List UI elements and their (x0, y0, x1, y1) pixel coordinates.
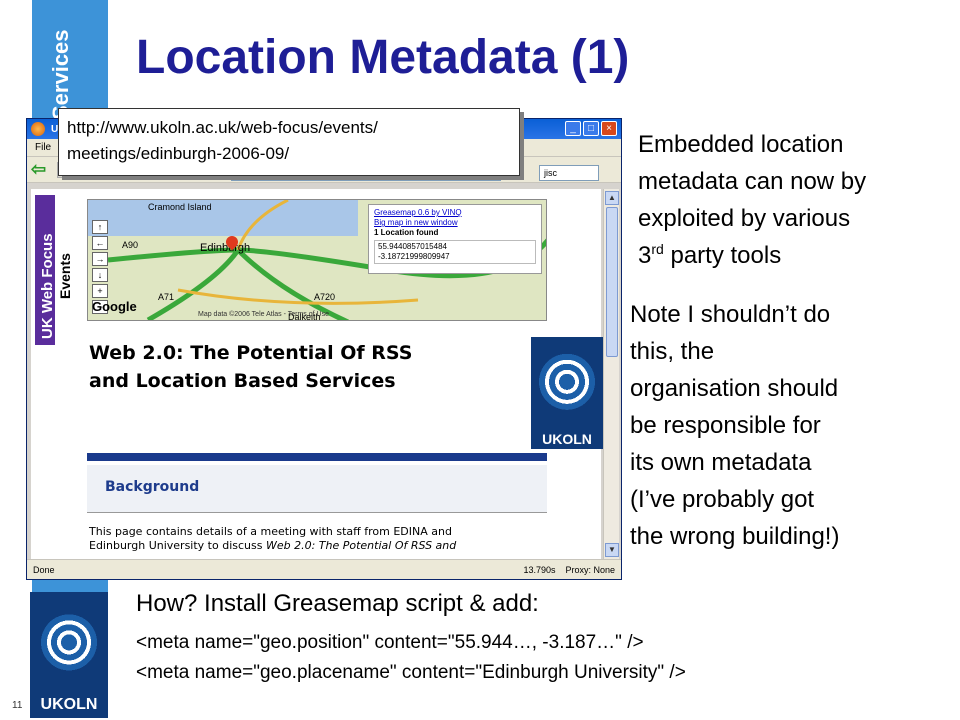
page-paragraph: This page contains details of a meeting … (89, 525, 549, 553)
map-label: A90 (122, 240, 139, 250)
map-label: A71 (158, 292, 175, 302)
latitude-value: 55.9440857015484 (378, 242, 447, 251)
big-map-link[interactable]: Big map in new window (374, 218, 458, 227)
pan-down-icon[interactable]: ↓ (92, 268, 108, 282)
note-line: the wrong building!) (630, 523, 840, 550)
meta-code-line: <meta name="geo.position" content="55.94… (136, 632, 644, 653)
status-text: Done (33, 564, 55, 575)
text-line: 3rd party tools (638, 237, 948, 274)
paragraph-line: Edinburgh University to discuss Web 2.0:… (89, 539, 549, 553)
browser-window: UK _ □ × File ⇦ http://www.ukoln.ac.uk/w… (26, 118, 622, 580)
search-input[interactable]: jisc (539, 165, 599, 181)
superscript: rd (651, 241, 664, 257)
map-info-popup: Greasemap 0.6 by VINQ Big map in new win… (368, 204, 542, 274)
text-part: party tools (663, 242, 782, 269)
status-bar: Done 13.790s Proxy: None (27, 559, 621, 579)
menu-item-file[interactable]: File (35, 142, 51, 153)
note-line: this, the (630, 338, 715, 365)
callout-line: http://www.ukoln.ac.uk/web-focus/events/ (67, 118, 378, 137)
divider (87, 453, 547, 461)
section-title: Background (105, 479, 200, 495)
proxy-status[interactable]: Proxy: None (565, 565, 615, 575)
page-heading-line: Web 2.0: The Potential Of RSS (89, 342, 413, 364)
side-banner-label: Services (48, 29, 73, 120)
ukoln-logo-label: UKOLN (40, 696, 98, 713)
note-line: be responsible for (630, 412, 821, 439)
greasemap-map[interactable]: Cramond Island Edinburgh Dalkeith A90 A7… (87, 199, 547, 321)
map-label: Cramond Island (148, 202, 212, 212)
vertical-scrollbar[interactable]: ▲ ▼ (603, 189, 619, 559)
note-text-block: Note I shouldn’t do this, the organisati… (630, 296, 930, 555)
timer-value: 13.790s (523, 564, 556, 575)
longitude-value: -3.18721999809947 (378, 252, 450, 261)
map-label: A720 (314, 292, 336, 302)
pan-right-icon[interactable]: → (92, 252, 108, 266)
note-line: (I’ve probably got (630, 486, 815, 513)
meta-code-line: <meta name="geo.placename" content="Edin… (136, 662, 686, 683)
text-line: Embedded location (638, 131, 844, 158)
minimize-button[interactable]: _ (565, 121, 581, 136)
pan-up-icon[interactable]: ↑ (92, 220, 108, 234)
maximize-button[interactable]: □ (583, 121, 599, 136)
ukoln-logo: UKOLN (531, 337, 603, 449)
back-arrow-icon[interactable]: ⇦ (31, 160, 51, 179)
page-heading-line: and Location Based Services (89, 370, 396, 392)
paragraph-line: This page contains details of a meeting … (89, 525, 452, 538)
google-logo: Google (92, 299, 137, 314)
paragraph-italic: Web 2.0: The Potential Of RSS and (265, 539, 457, 552)
note-line: organisation should (630, 375, 839, 402)
how-instruction: How? Install Greasemap script & add: (136, 590, 539, 617)
section-header: Background (87, 465, 547, 513)
scroll-thumb[interactable] (606, 207, 618, 357)
greasemap-link[interactable]: Greasemap 0.6 by VINQ (374, 208, 462, 217)
firefox-icon (31, 122, 45, 136)
page-heading: Web 2.0: The Potential Of RSS and Locati… (89, 339, 412, 395)
slide-title: Location Metadata (1) (136, 31, 630, 84)
location-count: 1 Location found (374, 228, 439, 237)
pan-left-icon[interactable]: ← (92, 236, 108, 250)
scroll-up-icon[interactable]: ▲ (605, 191, 619, 205)
ukoln-logo-label: UKOLN (542, 431, 592, 447)
close-button[interactable]: × (601, 121, 617, 136)
paragraph-text: Edinburgh University to discuss (89, 539, 266, 552)
banner-title: UK Web Focus (39, 233, 56, 339)
note-line: its own metadata (630, 449, 812, 476)
banner-subtitle: Events (57, 253, 73, 299)
slide-number: 11 (12, 700, 23, 711)
text-part: 3 (638, 242, 652, 269)
page-content: UK Web Focus Events Cramond Island Edinb… (31, 189, 603, 559)
scroll-down-icon[interactable]: ▼ (605, 543, 619, 557)
map-copyright: Map data ©2006 Tele Atlas - Terms of Use (198, 311, 329, 318)
text-line: metadata can now by (638, 168, 867, 195)
url-callout: http://www.ukoln.ac.uk/web-focus/events/… (58, 108, 520, 176)
text-line: exploited by various (638, 205, 851, 232)
right-text-block: Embedded location metadata can now by ex… (638, 126, 948, 274)
note-line: Note I shouldn’t do (630, 301, 831, 328)
window-controls: _ □ × (565, 121, 617, 136)
callout-line: meetings/edinburgh-2006-09/ (67, 144, 290, 163)
zoom-in-icon[interactable]: + (92, 284, 108, 298)
coordinates-box: 55.9440857015484 -3.18721999809947 (374, 240, 536, 264)
ukoln-logo-bottom: UKOLN (30, 592, 108, 718)
